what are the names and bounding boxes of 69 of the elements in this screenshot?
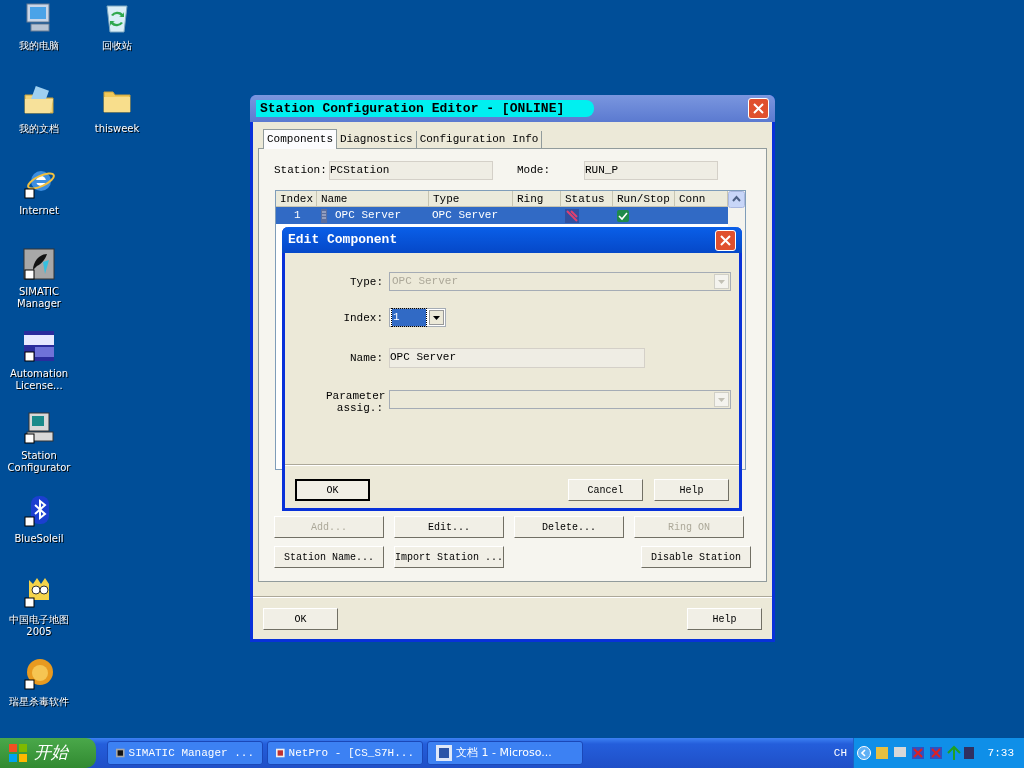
clock: 7:33 xyxy=(987,745,1014,761)
dialog-button[interactable]: Cancel xyxy=(568,479,643,501)
close-button[interactable] xyxy=(715,229,736,251)
column-header[interactable]: Name xyxy=(317,191,429,207)
desktop-icon-label[interactable]: 我的文档 xyxy=(1,123,77,135)
dialog-title: Edit Component xyxy=(288,231,398,250)
lion-icon xyxy=(23,658,55,690)
taskbar-button[interactable]: 文档 1 - Microso... xyxy=(427,741,583,765)
desktop-icon-label[interactable]: Automation License... xyxy=(1,368,77,392)
desktop-icon-label[interactable]: 我的电脑 xyxy=(1,40,77,52)
dialog-button[interactable]: OK xyxy=(295,479,370,501)
tab[interactable]: Diagnostics xyxy=(337,131,417,148)
taskbar-button[interactable]: NetPro - [CS_S7H... xyxy=(267,741,423,765)
chevron-left-icon[interactable] xyxy=(857,746,871,760)
close-button[interactable] xyxy=(748,98,769,119)
name-field[interactable]: OPC Server xyxy=(389,348,645,368)
table-cell-text: OPC Server xyxy=(335,208,401,224)
dialog-button[interactable]: OK xyxy=(263,608,338,630)
desktop-icon-label[interactable]: SIMATIC Manager xyxy=(1,286,77,310)
taskbar-button[interactable]: SIMATIC Manager ... xyxy=(107,741,263,765)
close-icon xyxy=(753,103,764,114)
table-row[interactable]: 1 OPC Server OPC Server xyxy=(276,207,728,224)
column-header[interactable]: Ring xyxy=(513,191,561,207)
field-label: Type: xyxy=(349,275,383,288)
window-title: Station Configuration Editor - [ONLINE] xyxy=(256,100,595,117)
station-field: PCStation xyxy=(329,161,493,180)
desktop-icon-label[interactable]: Internet xyxy=(1,205,77,217)
dialog-button[interactable]: Delete... xyxy=(514,516,624,538)
column-header[interactable]: Conn xyxy=(675,191,728,207)
server-icon xyxy=(321,208,327,223)
desktop-icon-label[interactable]: BlueSoleil xyxy=(1,533,77,545)
field-label: Parameter assig.: xyxy=(325,390,383,414)
column-header[interactable]: Status xyxy=(561,191,613,207)
field-label: Index: xyxy=(342,311,383,324)
app-icon xyxy=(436,745,452,761)
dialog-button[interactable]: Edit... xyxy=(394,516,504,538)
dialog-button[interactable]: Help xyxy=(654,479,729,501)
app-shortcut-icon xyxy=(23,248,55,280)
desktop-icon-label[interactable]: 中国电子地图 2005 xyxy=(1,614,77,638)
scroll-up-icon[interactable] xyxy=(728,191,745,208)
close-icon xyxy=(720,234,731,246)
license-icon xyxy=(23,330,55,362)
language-indicator[interactable]: CH xyxy=(833,744,847,762)
column-header[interactable]: Index xyxy=(276,191,317,207)
check-icon xyxy=(617,209,629,222)
table-cell-text: 1 xyxy=(293,208,302,223)
computer-terminal-icon xyxy=(23,412,55,444)
tab[interactable]: Components xyxy=(263,129,337,149)
desktop-icon-label[interactable]: Station Configurator xyxy=(1,450,77,474)
desktop-icon-label[interactable]: 回收站 xyxy=(79,40,155,52)
start-button[interactable]: 开始 xyxy=(0,738,96,768)
documents-folder-icon xyxy=(23,85,55,117)
column-header[interactable]: Type xyxy=(429,191,513,207)
windows-logo-icon xyxy=(8,743,28,763)
tray-icons-drawing[interactable] xyxy=(874,745,976,761)
dialog-button[interactable]: Station Name... xyxy=(274,546,384,568)
dialog-button[interactable]: Import Station ... xyxy=(394,546,504,568)
dialog-button[interactable]: Disable Station xyxy=(641,546,751,568)
mode-field: RUN_P xyxy=(584,161,718,180)
dropdown-field[interactable]: 1 xyxy=(389,308,446,327)
status-icon xyxy=(565,208,579,223)
dialog-button[interactable]: Help xyxy=(687,608,762,630)
field-label: Name: xyxy=(349,352,383,364)
field-label: Mode: xyxy=(517,163,551,179)
desktop-icon-label[interactable]: 瑞星杀毒软件 xyxy=(1,696,77,708)
table-cell-text: OPC Server xyxy=(431,208,499,223)
column-header[interactable]: Run/Stop xyxy=(613,191,675,207)
field-label: Station: xyxy=(274,163,328,179)
desktop-icon-label[interactable]: thisweek xyxy=(79,123,155,135)
